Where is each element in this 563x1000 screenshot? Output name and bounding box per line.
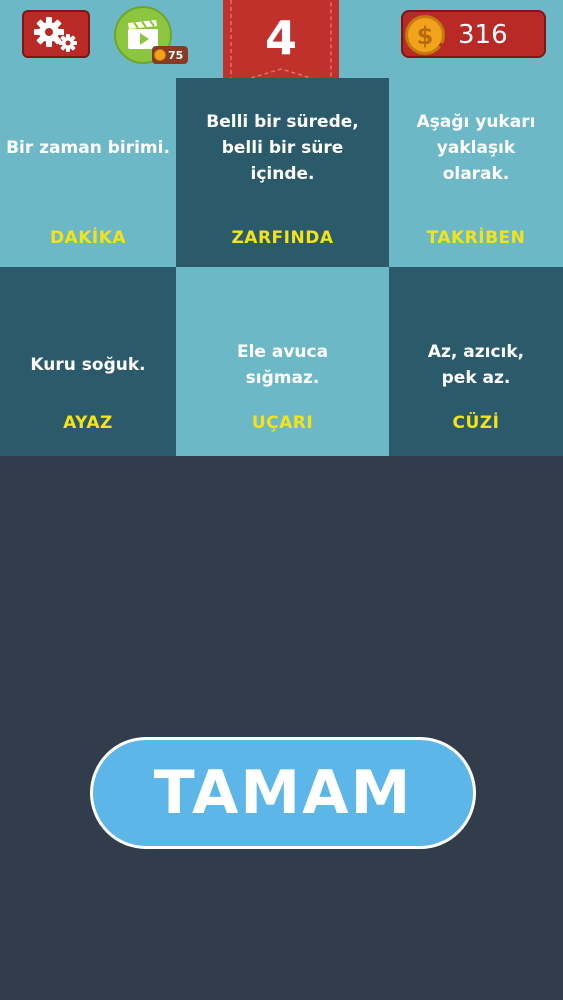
clue-tile[interactable]: Az, azıcık, pek az. CÜZİ	[389, 267, 563, 456]
gears-icon	[34, 17, 77, 52]
clue-grid: Bir zaman birimi. DAKİKA Belli bir süred…	[0, 78, 563, 456]
clue-tile[interactable]: Kuru soğuk. AYAZ	[0, 267, 176, 456]
clue-text: Belli bir sürede, belli bir süre içinde.	[206, 112, 359, 184]
clue-text: Az, azıcık, pek az.	[427, 342, 525, 388]
dollar-coin-icon: $	[405, 15, 445, 55]
settings-button[interactable]	[22, 10, 90, 58]
clue-tile[interactable]: Bir zaman birimi. DAKİKA	[0, 78, 176, 267]
level-number: 4	[264, 11, 297, 65]
answer-text: DAKİKA	[49, 228, 127, 248]
answer-text: CÜZİ	[452, 413, 500, 433]
clue-tile[interactable]: Aşağı yukarı yaklaşık olarak. TAKRİBEN	[389, 78, 563, 267]
clue-tile[interactable]: Ele avuca sığmaz. UÇARI	[176, 267, 389, 456]
clue-tile[interactable]: Belli bir sürede, belli bir süre içinde.…	[176, 78, 389, 267]
video-reward-badge: 75	[152, 46, 189, 64]
clue-text: Kuru soğuk.	[30, 355, 146, 375]
coin-icon	[154, 49, 166, 61]
answer-text: AYAZ	[63, 413, 113, 433]
clue-text: Ele avuca sığmaz.	[236, 342, 329, 388]
coins-value: 316	[458, 20, 508, 50]
answer-text: UÇARI	[251, 413, 314, 433]
video-cost-value: 75	[168, 48, 184, 62]
answer-text: ZARFINDA	[231, 228, 334, 248]
clue-text: Aşağı yukarı yaklaşık olarak.	[416, 112, 536, 184]
ok-button[interactable]: TAMAM	[90, 737, 476, 849]
svg-text:$: $	[417, 22, 434, 50]
answer-text: TAKRİBEN	[426, 228, 526, 248]
clue-text: Bir zaman birimi.	[6, 138, 170, 158]
